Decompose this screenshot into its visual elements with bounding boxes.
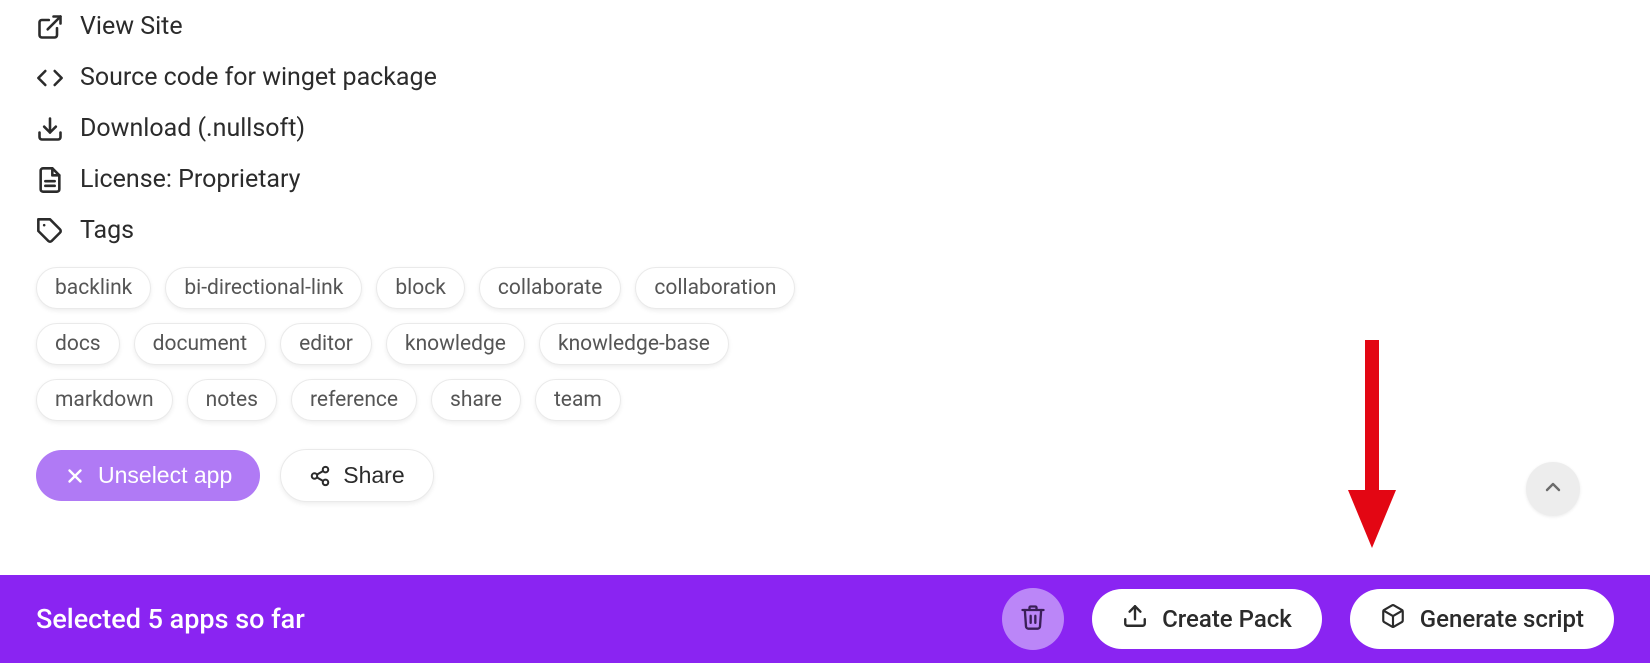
- generate-script-label: Generate script: [1420, 605, 1584, 633]
- download-label: Download (.nullsoft): [80, 114, 305, 143]
- tag-item[interactable]: backlink: [36, 267, 151, 309]
- clear-selection-button[interactable]: [1002, 588, 1064, 650]
- download-link[interactable]: Download (.nullsoft): [36, 114, 1614, 143]
- tag-item[interactable]: reference: [291, 379, 417, 421]
- tag-item[interactable]: docs: [36, 323, 120, 365]
- license-label: License: Proprietary: [80, 165, 301, 194]
- bottom-bar-actions: Create Pack Generate script: [1002, 588, 1614, 650]
- unselect-label: Unselect app: [98, 462, 232, 489]
- tag-item[interactable]: bi-directional-link: [165, 267, 362, 309]
- create-pack-button[interactable]: Create Pack: [1092, 589, 1322, 649]
- selection-bottom-bar: Selected 5 apps so far Create Pack Gener…: [0, 575, 1650, 663]
- tag-item[interactable]: markdown: [36, 379, 173, 421]
- tag-item[interactable]: collaborate: [479, 267, 622, 309]
- license-row: License: Proprietary: [36, 165, 1614, 194]
- tag-item[interactable]: block: [376, 267, 465, 309]
- detail-actions: Unselect app Share: [36, 449, 1614, 502]
- view-site-link[interactable]: View Site: [36, 12, 1614, 41]
- external-link-icon: [36, 13, 64, 41]
- tag-item[interactable]: notes: [187, 379, 277, 421]
- share-label: Share: [343, 462, 404, 489]
- tag-item[interactable]: collaboration: [635, 267, 795, 309]
- upload-icon: [1122, 603, 1148, 635]
- unselect-app-button[interactable]: Unselect app: [36, 450, 260, 501]
- chevron-up-icon: [1541, 475, 1565, 503]
- cube-icon: [1380, 603, 1406, 635]
- close-icon: [64, 465, 86, 487]
- tag-item[interactable]: knowledge-base: [539, 323, 729, 365]
- selection-status: Selected 5 apps so far: [36, 603, 1002, 635]
- tag-item[interactable]: team: [535, 379, 621, 421]
- generate-script-button[interactable]: Generate script: [1350, 589, 1614, 649]
- share-icon: [309, 465, 331, 487]
- trash-icon: [1019, 603, 1047, 635]
- download-icon: [36, 115, 64, 143]
- tag-icon: [36, 217, 64, 245]
- source-code-link[interactable]: Source code for winget package: [36, 63, 1614, 92]
- create-pack-label: Create Pack: [1162, 605, 1292, 633]
- app-detail-panel: View Site Source code for winget package…: [0, 0, 1650, 502]
- tags-heading: Tags: [80, 216, 134, 245]
- tag-list: backlink bi-directional-link block colla…: [36, 267, 816, 421]
- file-icon: [36, 166, 64, 194]
- tag-item[interactable]: document: [134, 323, 266, 365]
- share-button[interactable]: Share: [280, 449, 433, 502]
- scroll-to-top-button[interactable]: [1526, 462, 1580, 516]
- tag-item[interactable]: knowledge: [386, 323, 525, 365]
- tag-item[interactable]: editor: [280, 323, 372, 365]
- tag-item[interactable]: share: [431, 379, 521, 421]
- code-icon: [36, 64, 64, 92]
- source-code-label: Source code for winget package: [80, 63, 437, 92]
- view-site-label: View Site: [80, 12, 183, 41]
- tags-row: Tags: [36, 216, 1614, 245]
